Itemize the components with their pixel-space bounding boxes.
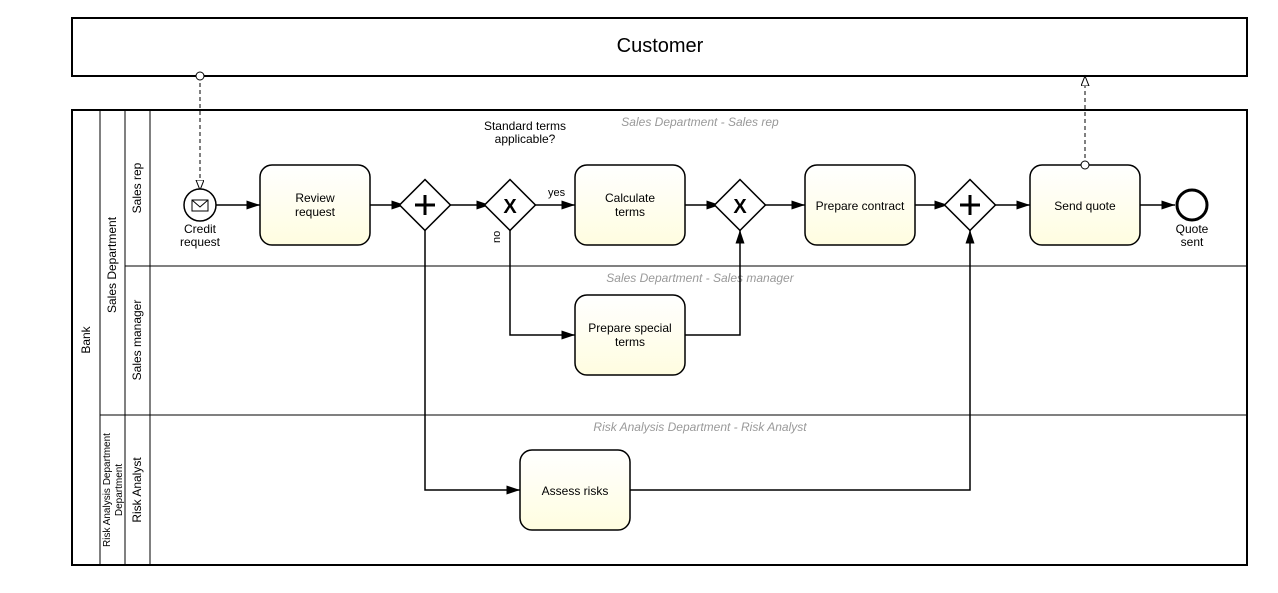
svg-text:Standard terms: Standard terms — [484, 119, 566, 133]
svg-text:Prepare special: Prepare special — [588, 321, 671, 335]
svg-text:Prepare contract: Prepare contract — [816, 199, 905, 213]
lane-risk-analysis-label: Risk Analysis Department — [102, 433, 113, 547]
x-icon: X — [503, 196, 517, 218]
start-event-label-1: Credit — [184, 222, 217, 236]
task-prepare-contract: Prepare contract — [805, 165, 915, 245]
message-icon — [192, 200, 208, 211]
svg-text:Review: Review — [295, 191, 335, 205]
svg-text:Send quote: Send quote — [1054, 199, 1116, 213]
sublane-sales-manager-caption: Sales Department - Sales manager — [606, 271, 794, 285]
flow-yes-label: yes — [548, 187, 566, 199]
sublane-risk-analyst-label: Risk Analyst — [130, 457, 144, 523]
sublane-risk-analyst-caption: Risk Analysis Department - Risk Analyst — [593, 420, 807, 434]
task-send-quote: Send quote — [1030, 165, 1140, 245]
svg-text:Calculate: Calculate — [605, 191, 655, 205]
pool-customer: Customer — [72, 18, 1247, 76]
bpmn-diagram: Customer Bank Sales Department Sales rep… — [10, 10, 1278, 583]
start-event-label-2: request — [180, 235, 221, 249]
sublane-sales-manager-label: Sales manager — [130, 300, 144, 381]
svg-text:terms: terms — [615, 205, 645, 219]
lane-sales-department-label: Sales Department — [105, 216, 119, 313]
x-icon: X — [733, 196, 747, 218]
svg-text:terms: terms — [615, 335, 645, 349]
pool-bank-label: Bank — [79, 325, 93, 353]
svg-text:sent: sent — [1181, 235, 1204, 249]
sublane-sales-rep-label: Sales rep — [130, 162, 144, 213]
task-assess-risks: Assess risks — [520, 450, 630, 530]
sublane-sales-rep-caption: Sales Department - Sales rep — [621, 115, 779, 129]
svg-text:Department: Department — [114, 464, 125, 516]
svg-text:applicable?: applicable? — [495, 132, 556, 146]
svg-text:request: request — [295, 205, 336, 219]
svg-text:Quote: Quote — [1176, 222, 1209, 236]
pool-customer-label: Customer — [617, 35, 704, 57]
svg-text:Assess risks: Assess risks — [542, 484, 609, 498]
flow-no-label: no — [491, 231, 503, 243]
